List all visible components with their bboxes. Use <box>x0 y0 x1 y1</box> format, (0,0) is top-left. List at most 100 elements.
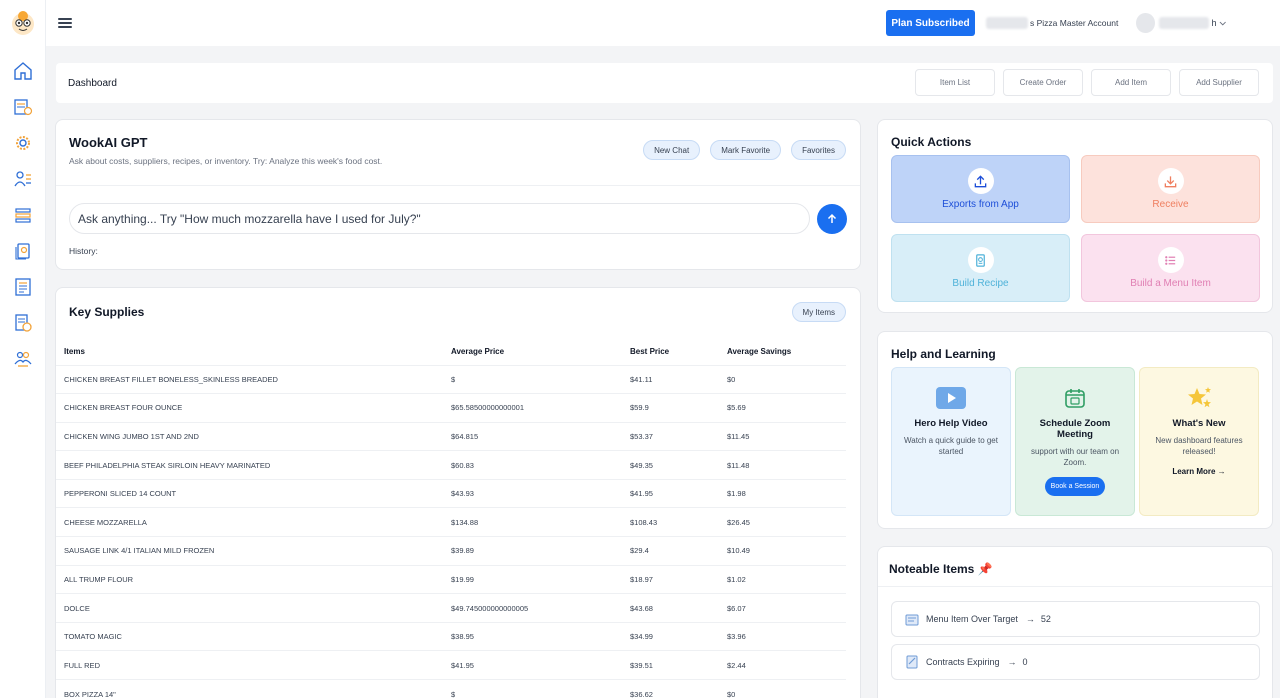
new-chat-button[interactable]: New Chat <box>643 140 701 160</box>
ask-input[interactable] <box>69 203 810 234</box>
hamburger-menu-icon[interactable] <box>58 16 72 30</box>
learn-more-link[interactable]: Learn More → <box>1172 467 1225 476</box>
average-savings-cell: $26.45 <box>727 507 846 537</box>
average-savings-cell: $1.98 <box>727 478 846 508</box>
average-price-cell: $ <box>451 364 630 394</box>
table-row[interactable]: FULL RED $41.95 $39.51 $2.44 <box>56 650 846 680</box>
receive-tile[interactable]: Receive <box>1081 155 1260 223</box>
item-name-cell: SAUSAGE LINK 4/1 ITALIAN MILD FROZEN <box>56 536 451 566</box>
item-count: 52 <box>1040 614 1051 624</box>
add-item-button[interactable]: Add Item <box>1091 69 1171 96</box>
item-name-cell: CHICKEN WING JUMBO 1ST AND 2ND <box>56 421 451 451</box>
my-items-button[interactable]: My Items <box>791 302 846 322</box>
settings-gear-icon <box>15 135 30 150</box>
noteable-item-contracts-expiring[interactable]: Contracts Expiring → 0 <box>891 644 1260 680</box>
key-supplies-card: Key Supplies My Items Items Average Pric… <box>55 287 861 698</box>
item-label: Menu Item Over Target <box>926 614 1018 624</box>
create-order-button[interactable]: Create Order <box>1003 69 1083 96</box>
average-savings-cell: $11.48 <box>727 450 846 480</box>
sidebar-item-settings[interactable] <box>11 130 35 155</box>
app-logo-icon[interactable] <box>10 10 36 36</box>
sidebar-item-team[interactable] <box>11 346 35 371</box>
exports-from-app-tile[interactable]: Exports from App <box>891 155 1070 223</box>
average-savings-cell: $10.49 <box>727 536 846 566</box>
book-session-button[interactable]: Book a Session <box>1044 476 1106 496</box>
hero-help-video-tile[interactable]: Hero Help Video Watch a quick guide to g… <box>891 367 1011 516</box>
tile-title: Hero Help Video <box>914 418 988 429</box>
best-price-cell: $36.62 <box>630 679 727 698</box>
quick-actions-title: Quick Actions <box>891 135 972 149</box>
average-savings-cell: $0 <box>727 679 846 698</box>
average-price-cell: $43.93 <box>451 478 630 508</box>
average-price-cell: $41.95 <box>451 650 630 680</box>
home-icon <box>13 61 32 80</box>
item-name-cell: PEPPERONI SLICED 14 COUNT <box>56 478 451 508</box>
account-selector[interactable]: s Pizza Master Account <box>986 10 1120 36</box>
add-supplier-button[interactable]: Add Supplier <box>1179 69 1259 96</box>
sidebar-item-inventory[interactable] <box>11 202 35 227</box>
best-price-cell: $53.37 <box>630 421 727 451</box>
best-price-cell: $108.43 <box>630 507 727 537</box>
table-row[interactable]: CHICKEN WING JUMBO 1ST AND 2ND $64.815 $53… <box>56 421 846 451</box>
key-supplies-title: Key Supplies <box>69 305 145 319</box>
sidebar-item-invoices[interactable] <box>11 94 35 119</box>
send-button[interactable] <box>817 204 847 234</box>
mark-favorite-button[interactable]: Mark Favorite <box>710 140 782 160</box>
redacted-text <box>1158 17 1210 29</box>
tile-label: Build Recipe <box>952 278 1009 289</box>
noteable-item-menu-over-target[interactable]: Menu Item Over Target → 52 <box>891 601 1260 637</box>
inventory-icon <box>14 207 31 223</box>
favorites-button[interactable]: Favorites <box>791 140 846 160</box>
stars-icon <box>1183 384 1215 412</box>
sidebar-item-reports[interactable] <box>11 274 35 299</box>
sidebar-item-recipes[interactable] <box>11 310 35 335</box>
average-savings-cell: $6.07 <box>727 593 846 623</box>
table-row[interactable]: SAUSAGE LINK 4/1 ITALIAN MILD FROZEN $39.… <box>56 536 846 566</box>
sidebar-item-home[interactable] <box>11 58 35 83</box>
build-recipe-tile[interactable]: Build Recipe <box>891 234 1070 302</box>
sidebar <box>0 0 46 698</box>
table-row[interactable]: PEPPERONI SLICED 14 COUNT $43.93 $41.95 $1.… <box>56 478 846 508</box>
table-row[interactable]: CHICKEN BREAST FILLET BONELESS_SKINLESS … <box>56 364 846 394</box>
help-title: Help and Learning <box>891 347 996 361</box>
average-savings-cell: $3.96 <box>727 621 846 651</box>
plan-subscribed-button[interactable]: Plan Subscribed <box>886 10 975 36</box>
user-menu[interactable]: h <box>1136 12 1226 34</box>
gpt-title: WookAI GPT <box>69 135 148 150</box>
average-price-cell: $64.815 <box>451 421 630 451</box>
invoices-icon <box>13 98 32 115</box>
team-icon <box>14 351 31 367</box>
best-price-cell: $34.99 <box>630 621 727 651</box>
quick-actions-card: Quick Actions Exports from App Receive B… <box>877 119 1273 313</box>
table-row[interactable]: CHEESE MOZZARELLA $134.88 $108.43 $26.45 <box>56 507 846 537</box>
item-list-button[interactable]: Item List <box>915 69 995 96</box>
column-header: Average Price <box>451 346 505 356</box>
average-savings-cell: $2.44 <box>727 650 846 680</box>
average-price-cell: $65.58500000000001 <box>451 393 630 423</box>
tile-label: Build a Menu Item <box>1130 278 1211 289</box>
table-row[interactable]: TOMATO MAGIC $38.95 $34.99 $3.96 <box>56 621 846 651</box>
best-price-cell: $39.51 <box>630 650 727 680</box>
best-price-cell: $43.68 <box>630 593 727 623</box>
sidebar-item-suppliers[interactable] <box>11 166 35 191</box>
table-row[interactable]: ALL TRUMP FLOUR $19.99 $18.97 $1.02 <box>56 564 846 594</box>
average-price-cell: $ <box>451 679 630 698</box>
item-name-cell: CHICKEN BREAST FILLET BONELESS_SKINLESS … <box>56 364 451 394</box>
average-price-cell: $49.745000000000005 <box>451 593 630 623</box>
help-learning-card: Help and Learning Hero Help Video Watch … <box>877 331 1273 529</box>
page-title: Dashboard <box>68 77 117 89</box>
table-row[interactable]: CHICKEN BREAST FOUR OUNCE $65.58500000000… <box>56 393 846 423</box>
sidebar-item-orders[interactable] <box>11 238 35 263</box>
average-savings-cell: $5.69 <box>727 393 846 423</box>
table-row[interactable]: DOLCE $49.745000000000005 $43.68 $6.07 <box>56 593 846 623</box>
item-name-cell: CHICKEN BREAST FOUR OUNCE <box>56 393 451 423</box>
tile-label: Receive <box>1152 199 1189 210</box>
average-savings-cell: $11.45 <box>727 421 846 451</box>
table-row[interactable]: BEEF PHILADELPHIA STEAK SIRLOIN HEAVY MA… <box>56 450 846 480</box>
build-menu-item-tile[interactable]: Build a Menu Item <box>1081 234 1260 302</box>
average-price-cell: $39.89 <box>451 536 630 566</box>
tile-title: Schedule Zoom Meeting <box>1039 418 1111 440</box>
tile-description: New dashboard features released! <box>1155 436 1243 456</box>
table-row[interactable]: BOX PIZZA 14" $ $36.62 $0 <box>56 679 846 698</box>
noteable-items-title: Noteable Items 📌 <box>889 562 993 576</box>
